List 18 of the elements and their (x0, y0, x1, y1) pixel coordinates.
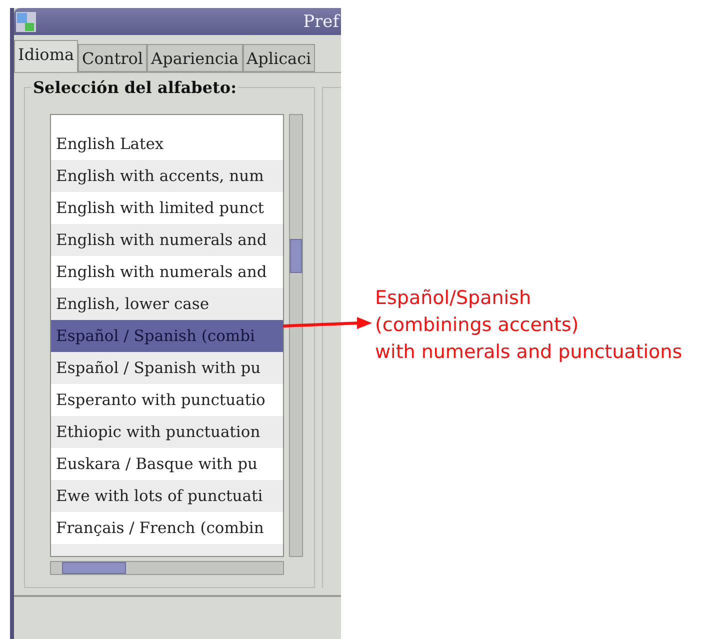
horizontal-scrollbar[interactable] (50, 561, 284, 575)
list-item[interactable]: Español / Spanish with pu (51, 352, 283, 384)
list-item[interactable]: English, lower case (51, 288, 283, 320)
window-title: Pref (303, 12, 339, 32)
annotation-text: (combinings accents) (375, 313, 580, 338)
annotation-text: with numerals and punctuations (375, 340, 682, 365)
list-item[interactable]: English with numerals and (51, 224, 283, 256)
tab[interactable]: Apariencia (147, 44, 243, 72)
annotation-text: Español/Spanish (375, 286, 532, 311)
vertical-scrollbar[interactable] (289, 114, 303, 557)
list-item[interactable]: Ethiopic with punctuation (51, 416, 283, 448)
alphabet-list[interactable] (50, 114, 284, 557)
tab[interactable]: Control (78, 44, 148, 72)
tab[interactable]: Aplicaci (242, 44, 316, 72)
app-icon (16, 12, 36, 32)
list-item[interactable]: Ewe with lots of punctuati (51, 480, 283, 512)
tab[interactable]: Idioma (14, 40, 78, 72)
list-item[interactable]: English with accents, num (51, 160, 283, 192)
